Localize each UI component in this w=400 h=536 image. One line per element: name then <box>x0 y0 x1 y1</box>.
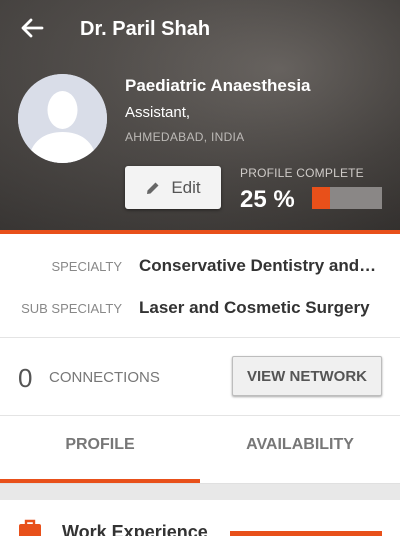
edit-button[interactable]: Edit <box>125 166 221 209</box>
person-silhouette-icon <box>18 74 107 163</box>
work-experience-card: Work Experience <box>0 500 400 536</box>
work-experience-title: Work Experience <box>62 522 208 536</box>
arrow-left-icon <box>21 18 44 38</box>
profile-complete-bar <box>312 187 382 209</box>
location: AHMEDABAD, INDIA <box>125 130 245 144</box>
connections-label: CONNECTIONS <box>49 369 160 386</box>
back-button[interactable] <box>18 14 46 42</box>
profile-complete-label: PROFILE COMPLETE <box>240 166 364 180</box>
connections-count: 0 <box>18 363 33 393</box>
profile-complete-value: 25 % <box>240 186 295 213</box>
specialty-value: Conservative Dentistry and… <box>139 256 377 275</box>
divider <box>0 415 400 416</box>
specialty-label: SPECIALTY <box>51 259 122 274</box>
tab-profile[interactable]: PROFILE <box>0 436 200 454</box>
designation: Assistant, <box>125 104 191 121</box>
sub-specialty-value: Laser and Cosmetic Surgery <box>139 298 370 317</box>
briefcase-icon <box>19 519 41 536</box>
work-experience-action[interactable] <box>230 531 382 536</box>
accent-divider <box>0 230 400 234</box>
view-network-button[interactable]: VIEW NETWORK <box>232 356 382 396</box>
sub-specialty-label: SUB SPECIALTY <box>21 301 122 316</box>
tab-availability[interactable]: AVAILABILITY <box>200 436 400 454</box>
section-spacer <box>0 484 400 500</box>
pencil-icon <box>147 182 159 194</box>
specialty-title: Paediatric Anaesthesia <box>125 76 311 95</box>
avatar[interactable] <box>18 74 107 163</box>
edit-label: Edit <box>171 177 201 197</box>
page-title: Dr. Paril Shah <box>80 18 211 40</box>
divider <box>0 337 400 338</box>
profile-complete-fill <box>312 187 330 209</box>
